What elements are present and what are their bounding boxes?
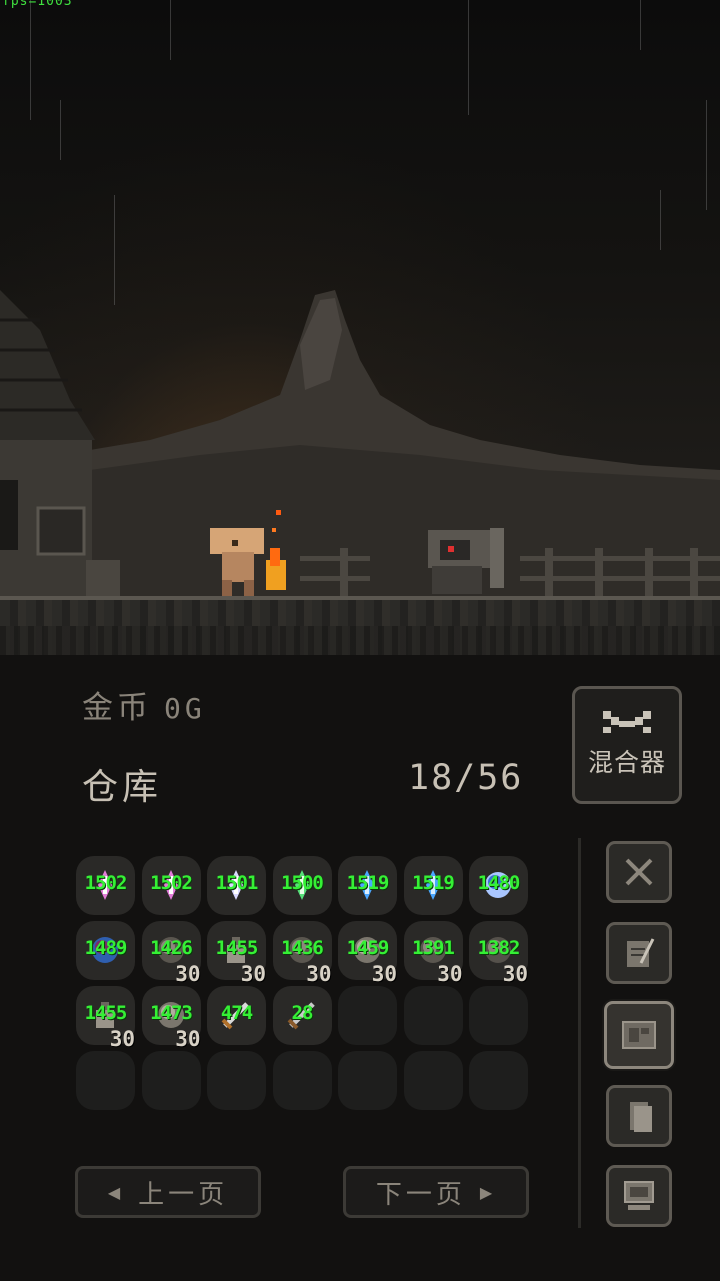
slot-count: 1426: [150, 937, 193, 959]
slot-count: 1455: [84, 1002, 128, 1024]
mixer-button[interactable]: 混合器: [572, 686, 682, 804]
mixer-label: 混合器: [587, 748, 666, 777]
slot-quantity: 30: [175, 1027, 201, 1051]
inventory-slot[interactable]: [338, 986, 397, 1045]
inventory-slot[interactable]: [272, 1051, 332, 1110]
inventory-slot[interactable]: [469, 986, 528, 1045]
inventory-slot[interactable]: [76, 1051, 135, 1110]
game-scene: fps=1003: [0, 0, 720, 655]
landscape: [0, 290, 720, 600]
slot-quantity: 30: [437, 962, 463, 986]
inventory-slot[interactable]: 1473 30: [141, 986, 201, 1051]
inventory-slot[interactable]: [338, 1051, 397, 1110]
gold-display: 金币 0G: [82, 682, 206, 727]
document-icon: [630, 1102, 652, 1132]
inventory-slot[interactable]: 1489: [76, 921, 135, 980]
inventory-slot[interactable]: [403, 1051, 463, 1110]
slot-count: 1500: [281, 872, 324, 894]
inventory-slot[interactable]: 1502: [141, 856, 201, 915]
inventory-slot[interactable]: 28: [272, 986, 332, 1045]
inventory-slot[interactable]: [207, 1051, 266, 1110]
inventory-slot[interactable]: 1459 30: [338, 921, 397, 986]
ground: [0, 596, 720, 655]
slot-quantity: 30: [240, 962, 266, 986]
slot-count: 1502: [84, 872, 128, 894]
slot-count: 1519: [412, 872, 455, 894]
side-button-system[interactable]: [606, 1165, 672, 1227]
storage-count: 18/56: [408, 758, 524, 798]
prev-page-button[interactable]: ◀ 上一页: [75, 1166, 261, 1218]
crossed-tools-icon: [603, 711, 651, 733]
divider: [578, 838, 581, 1228]
side-button-equipment[interactable]: [606, 841, 672, 903]
side-button-storage[interactable]: [604, 1001, 674, 1069]
crossed-swords-icon: [625, 858, 653, 886]
storage-title: 仓库: [82, 767, 163, 808]
slot-quantity: 30: [306, 962, 332, 986]
inventory-slot[interactable]: [403, 986, 463, 1045]
slot-count: 474: [220, 1002, 253, 1024]
gold-label: 金币: [82, 690, 152, 726]
inventory-slot[interactable]: 1455 30: [207, 921, 266, 986]
next-page-button[interactable]: 下一页 ▶: [343, 1166, 529, 1218]
slot-quantity: 30: [109, 1027, 135, 1051]
side-button-quests[interactable]: [606, 922, 672, 984]
prev-page-label: 上一页: [138, 1179, 229, 1210]
slot-count: 1489: [84, 937, 128, 959]
inventory-slot[interactable]: 1426 30: [141, 921, 201, 986]
slot-count: 1519: [346, 872, 390, 894]
inventory-slot[interactable]: 474: [207, 986, 266, 1045]
inventory-slot[interactable]: 1500: [272, 856, 332, 915]
inventory-slot[interactable]: 1382 30: [469, 921, 528, 986]
inventory-slot[interactable]: 1519: [403, 856, 463, 915]
slot-count: 1501: [215, 872, 259, 894]
slot-count: 1473: [150, 1002, 193, 1024]
slot-count: 1480: [477, 872, 521, 894]
slot-count: 1455: [215, 937, 259, 959]
inventory-slot[interactable]: 1519: [338, 856, 397, 915]
inventory-slot[interactable]: 1480: [469, 856, 528, 915]
slot-count: 1382: [477, 937, 521, 959]
inventory-slot[interactable]: [469, 1051, 528, 1110]
gold-value: 0G: [164, 692, 206, 725]
map-icon: [622, 1021, 656, 1049]
chevron-left-icon: ◀: [107, 1182, 125, 1202]
inventory-slot[interactable]: 1455 30: [76, 986, 135, 1051]
inventory-slot[interactable]: 1502: [76, 856, 135, 915]
computer-icon: [624, 1181, 654, 1210]
next-page-label: 下一页: [375, 1179, 466, 1210]
slot-count: 1391: [412, 937, 455, 959]
slot-count: 1459: [346, 937, 390, 959]
slot-quantity: 30: [371, 962, 397, 986]
inventory-slot[interactable]: 1391 30: [403, 921, 463, 986]
debug-readout: fps=1003: [2, 0, 73, 9]
inventory-grid: 1502 1502 1501 1500 1519 1519 1480 1489 1426 30 14…: [76, 856, 536, 1110]
inventory-slot[interactable]: 1436 30: [272, 921, 332, 986]
side-button-documents[interactable]: [606, 1085, 672, 1147]
inventory-slot[interactable]: 1501: [207, 856, 266, 915]
chevron-right-icon: ▶: [479, 1182, 497, 1202]
slot-count: 28: [291, 1002, 314, 1024]
slot-quantity: 30: [175, 962, 201, 986]
inventory-slot[interactable]: [141, 1051, 201, 1110]
slot-count: 1502: [150, 872, 193, 894]
slot-count: 1436: [281, 937, 324, 959]
quill-scroll-icon: [627, 938, 655, 967]
slot-quantity: 30: [502, 962, 528, 986]
enemy-sprite: [428, 528, 504, 594]
